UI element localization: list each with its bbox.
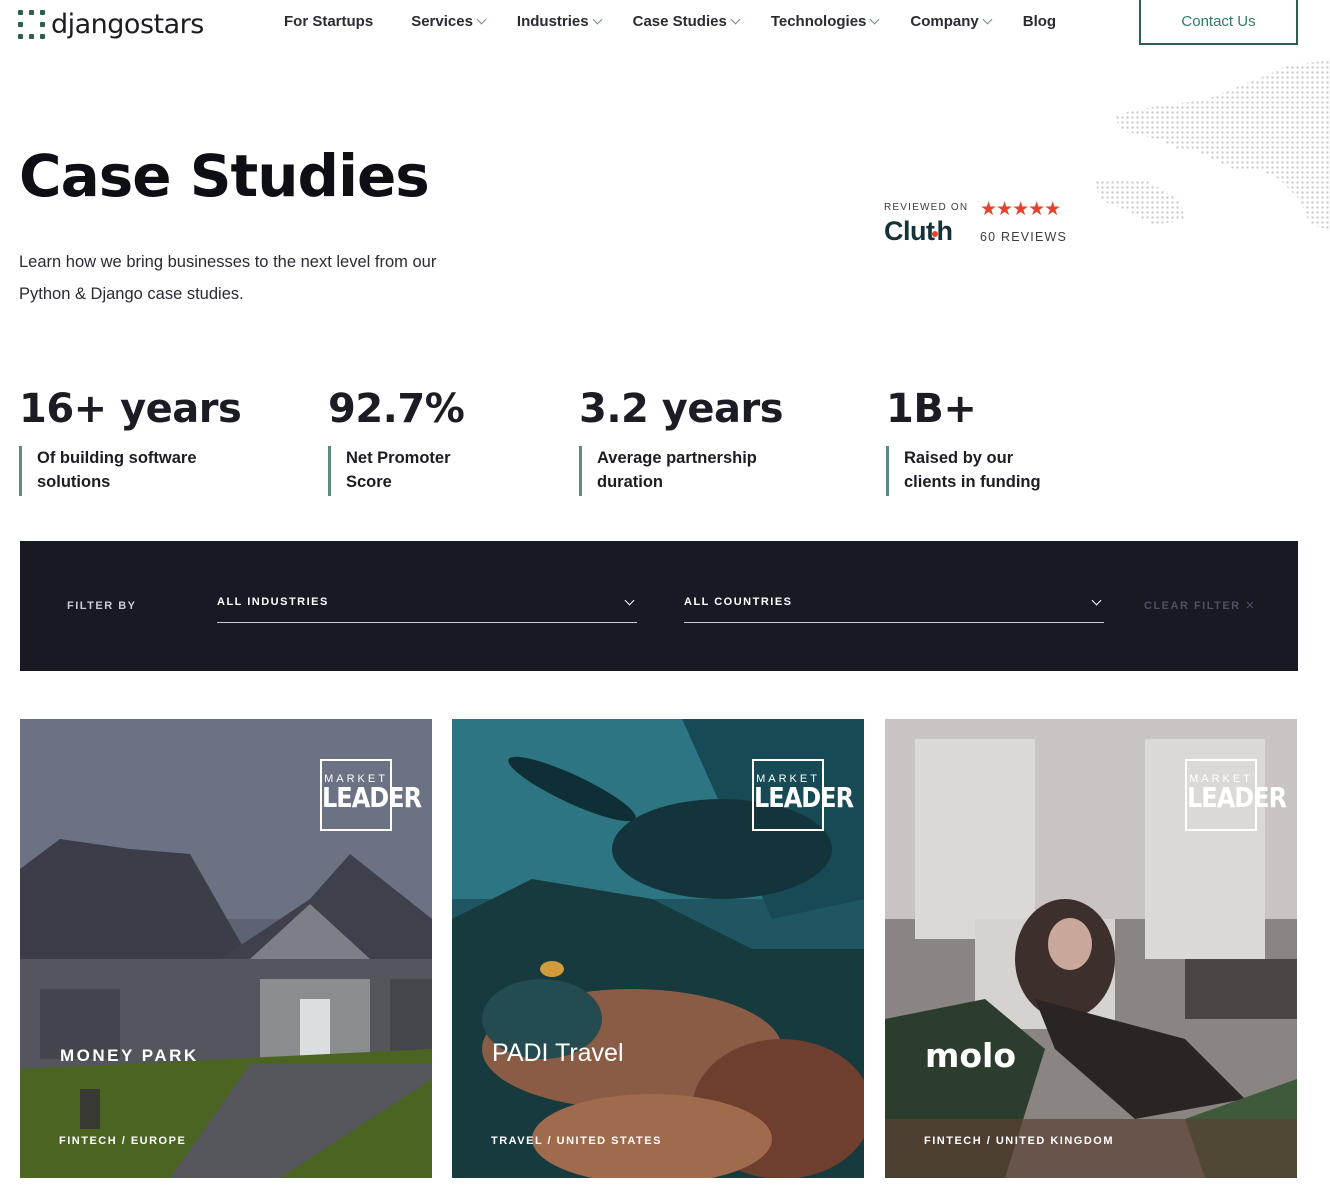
logo-mark-icon — [18, 9, 45, 40]
badge-bottom-text: LEADER — [322, 781, 422, 815]
contact-us-button[interactable]: Contact Us — [1139, 0, 1298, 45]
nav-item-blog[interactable]: Blog — [1023, 13, 1056, 30]
dotted-world-map-icon — [1095, 60, 1330, 230]
countries-select[interactable]: ALL COUNTRIES — [684, 593, 1104, 623]
nav-item-technologies[interactable]: Technologies — [770, 13, 880, 30]
logo[interactable]: djangostars — [18, 9, 204, 40]
chevron-down-icon — [476, 14, 487, 25]
stat-partnership: 3.2 years Average partnership duration — [579, 386, 789, 496]
chevron-down-icon — [624, 595, 635, 606]
chevron-down-icon — [592, 14, 603, 25]
stat-value: 16+ years — [19, 386, 242, 432]
nav-item-for-startups[interactable]: For Startups — [284, 13, 373, 30]
stat-value: 3.2 years — [579, 386, 784, 432]
brand-logo: MONEY PARK — [60, 1046, 199, 1065]
stat-years: 16+ years Of building software solutions — [19, 386, 242, 496]
nav-item-company[interactable]: Company — [910, 13, 993, 30]
nav-label: Company — [910, 13, 979, 30]
brand-logo: molo — [925, 1036, 1017, 1075]
stat-description: Of building software solutions — [19, 446, 239, 496]
card-tag: TRAVEL / UNITED STATES — [491, 1135, 662, 1147]
nav-item-industries[interactable]: Industries — [516, 13, 603, 30]
clear-filter-button[interactable]: CLEAR FILTER ✕ — [1144, 599, 1256, 612]
countries-select-value: ALL COUNTRIES — [684, 596, 793, 608]
case-study-card-padi[interactable]: MARKET LEADER PADI Travel TRAVEL / UNITE… — [452, 719, 864, 1178]
chevron-down-icon — [869, 14, 880, 25]
card-tag: FINTECH / EUROPE — [59, 1135, 187, 1147]
close-icon: ✕ — [1245, 600, 1256, 612]
stat-description: Average partnership duration — [579, 446, 789, 496]
nav-label: Technologies — [770, 13, 867, 30]
nav-label: Case Studies — [632, 13, 727, 30]
nav-label: Blog — [1022, 13, 1057, 30]
stat-funding: 1B+ Raised by our clients in funding — [886, 386, 1066, 496]
clutch-logo: Cluth — [884, 216, 953, 246]
site-header: djangostars For Startups Services Indust… — [0, 0, 1330, 50]
clutch-review-count: 60 REVIEWS — [980, 230, 1068, 244]
chevron-down-icon — [982, 14, 993, 25]
case-study-card-moneypark[interactable]: MARKET LEADER MONEY PARK FINTECH / EUROP… — [20, 719, 432, 1178]
nav-label: Industries — [516, 13, 589, 30]
nav-label: For Startups — [284, 13, 374, 30]
page-subtitle: Learn how we bring businesses to the nex… — [19, 253, 437, 303]
brand-logo: PADI Travel — [492, 1039, 624, 1067]
stat-description: Net Promoter Score — [328, 446, 478, 496]
main-nav: For Startups Services Industries Case St… — [284, 13, 1056, 30]
market-leader-badge: MARKET LEADER — [320, 759, 422, 831]
nav-item-services[interactable]: Services — [411, 13, 487, 30]
star-rating-icon: ★★★★★ — [980, 199, 1061, 220]
industries-select-value: ALL INDUSTRIES — [217, 596, 329, 608]
market-leader-badge: MARKET LEADER — [1185, 759, 1287, 831]
stat-description: Raised by our clients in funding — [886, 446, 1066, 496]
chevron-down-icon — [730, 14, 741, 25]
case-study-card-molo[interactable]: MARKET LEADER molo FINTECH / UNITED KING… — [885, 719, 1297, 1178]
industries-select[interactable]: ALL INDUSTRIES — [217, 593, 637, 623]
clutch-badge[interactable]: REVIEWED ON Cluth ★★★★★ 60 REVIEWS — [884, 199, 1084, 252]
stat-value: 1B+ — [886, 386, 977, 432]
clear-filter-label: CLEAR FILTER — [1144, 600, 1241, 612]
market-leader-badge: MARKET LEADER — [752, 759, 854, 831]
chevron-down-icon — [1091, 595, 1102, 606]
nav-label: Services — [411, 13, 473, 30]
nav-item-case-studies[interactable]: Case Studies — [632, 13, 741, 30]
stat-value: 92.7% — [328, 386, 465, 432]
filter-label: FILTER BY — [67, 600, 137, 612]
stat-nps: 92.7% Net Promoter Score — [328, 386, 478, 496]
badge-bottom-text: LEADER — [754, 781, 854, 815]
page-title: Case Studies — [19, 142, 430, 210]
card-tag: FINTECH / UNITED KINGDOM — [924, 1135, 1114, 1147]
logo-text: djangostars — [51, 9, 204, 40]
clutch-reviewed-on: REVIEWED ON — [884, 202, 969, 213]
filter-bar: FILTER BY ALL INDUSTRIES ALL COUNTRIES C… — [20, 541, 1298, 671]
badge-bottom-text: LEADER — [1187, 781, 1287, 815]
